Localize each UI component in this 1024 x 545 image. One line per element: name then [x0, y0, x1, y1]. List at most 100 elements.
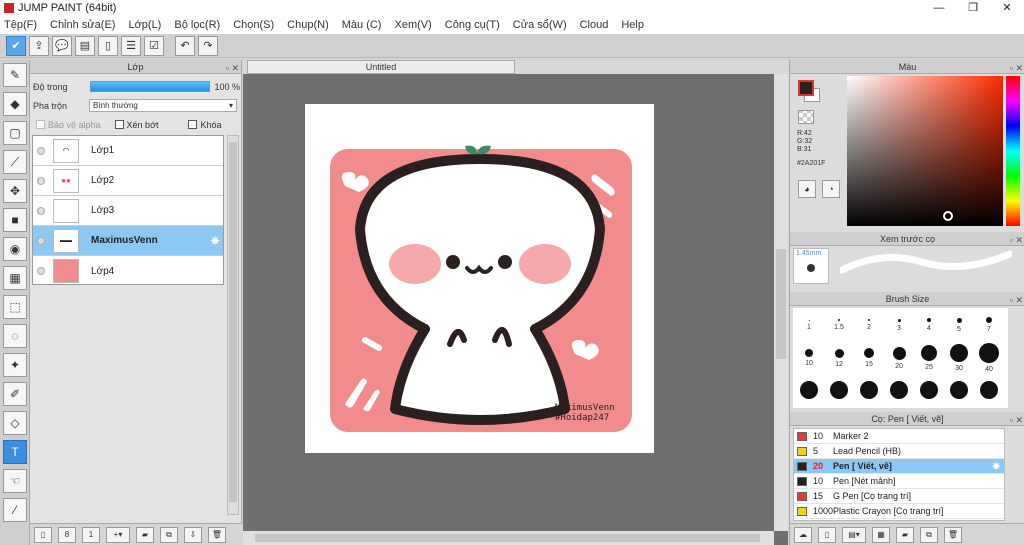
shape-tool-icon[interactable]: ▢ [3, 121, 27, 145]
close-button[interactable]: ✕ [990, 0, 1024, 16]
delete-brush-icon[interactable]: 🗑 [944, 526, 962, 543]
new-layer-icon[interactable]: ▯ [34, 526, 52, 543]
layer-row[interactable]: ◠ Lớp1 [33, 136, 223, 166]
layer-row[interactable]: Lớp4 [33, 256, 223, 286]
visibility-icon[interactable] [37, 206, 45, 215]
panel-close-icon[interactable]: ▫ ✕ [1010, 61, 1023, 75]
brush-size-cell[interactable] [824, 376, 854, 406]
upload-icon[interactable]: ⇪ [29, 35, 49, 56]
brush-size-cell[interactable]: 12 [824, 343, 854, 373]
canvas-paper[interactable]: MaximusVenn #Hoidap247 [305, 104, 654, 453]
menu-cloud[interactable]: Cloud [580, 19, 609, 31]
brush-size-cell[interactable] [794, 376, 824, 406]
opacity-slider[interactable] [89, 81, 210, 92]
canvas-vertical-scrollbar[interactable] [774, 74, 788, 531]
menu-tools[interactable]: Công cụ(T) [445, 19, 500, 31]
page-icon[interactable]: ▯ [98, 35, 118, 56]
brush-size-cell[interactable]: 40 [974, 343, 1004, 373]
menu-filter[interactable]: Bộ lọc(R) [174, 19, 220, 31]
menu-capture[interactable]: Chụp(N) [287, 19, 329, 31]
text-tool-icon[interactable]: T [3, 440, 27, 464]
bucket-tool-icon[interactable]: ◉ [3, 237, 27, 261]
panel-close-icon[interactable]: ▫ ✕ [1010, 413, 1023, 427]
lock-checkbox[interactable] [188, 120, 198, 129]
brush-size-cell[interactable] [914, 376, 944, 406]
menu-window[interactable]: Cửa sổ(W) [513, 19, 567, 31]
brush-size-cell[interactable]: 1.5 [824, 310, 854, 340]
add-layer-menu-icon[interactable]: +▾ [106, 526, 130, 543]
tab-untitled[interactable]: Untitled [247, 60, 515, 74]
saturation-value-picker[interactable] [847, 76, 1003, 226]
brush-size-cell[interactable]: 1 [794, 310, 824, 340]
menu-file[interactable]: Tệp(F) [4, 19, 37, 31]
brush-size-cell[interactable]: 2 [854, 310, 884, 340]
restore-button[interactable]: ❐ [956, 0, 990, 16]
visibility-icon[interactable] [37, 267, 45, 275]
new-brush-icon[interactable]: ▯ [818, 526, 836, 543]
hue-slider[interactable] [1006, 76, 1020, 226]
brush-item[interactable]: 5 Lead Pencil (HB) [794, 444, 1004, 459]
speech-bubble-icon[interactable]: 💬 [52, 35, 72, 56]
foreground-color-swatch[interactable] [798, 80, 814, 96]
palette-icon[interactable]: ◕ [798, 180, 816, 198]
brush-size-cell[interactable] [854, 376, 884, 406]
hand-tool-icon[interactable]: ☜ [3, 469, 27, 493]
layer-row[interactable]: ●● Lớp2 [33, 166, 223, 196]
gradient-tool-icon[interactable]: ▦ [3, 266, 27, 290]
fill-rect-tool-icon[interactable]: ■ [3, 208, 27, 232]
brush-size-cell[interactable]: 5 [944, 310, 974, 340]
visibility-icon[interactable] [37, 236, 45, 245]
rect-select-tool-icon[interactable]: ⬚ [3, 295, 27, 319]
panel-close-icon[interactable]: ▫ ✕ [1010, 293, 1023, 307]
select-pen-tool-icon[interactable]: ✐ [3, 382, 27, 406]
panel-close-icon[interactable]: ▫ ✕ [1010, 233, 1023, 247]
brush-size-cell[interactable] [884, 376, 914, 406]
menu-color[interactable]: Màu (C) [342, 19, 382, 31]
menu-view[interactable]: Xem(V) [394, 19, 431, 31]
check-icon[interactable]: ✔ [6, 35, 26, 56]
brush-tool-icon[interactable]: ✎ [3, 63, 27, 87]
menu-edit[interactable]: Chỉnh sửa(E) [50, 19, 115, 31]
color-picker-knob[interactable] [943, 211, 953, 221]
delete-layer-icon[interactable]: 🗑 [208, 526, 226, 543]
minimize-button[interactable]: — [922, 0, 956, 16]
clip-checkbox[interactable] [114, 120, 124, 129]
eraser-tool-icon[interactable]: ◆ [3, 92, 27, 116]
new-layer-1bit-icon[interactable]: 1 [82, 526, 100, 543]
cloud-download-icon[interactable]: ☁ [794, 526, 812, 543]
brush-item-selected[interactable]: 20 Pen [ Viết, vẽ] ✷ [794, 459, 1004, 474]
list-icon[interactable]: ☰ [121, 35, 141, 56]
blend-mode-select[interactable]: Bình thường ▾ [89, 99, 238, 112]
magic-wand-tool-icon[interactable]: ✦ [3, 353, 27, 377]
duplicate-brush-icon[interactable]: ⧉ [920, 526, 938, 543]
menu-help[interactable]: Help [621, 19, 644, 31]
undo-icon[interactable]: ↶ [175, 35, 195, 56]
select-eraser-tool-icon[interactable]: ◇ [3, 411, 27, 435]
brush-item[interactable]: 1000 Plastic Crayon [Cọ trang trí] [794, 504, 1004, 519]
layer-scrollbar[interactable] [227, 135, 239, 515]
brush-size-cell[interactable]: 3 [884, 310, 914, 340]
brush-size-cell[interactable]: 15 [854, 343, 884, 373]
gear-icon[interactable]: ✷ [210, 234, 220, 248]
brush-folder-icon[interactable]: ▰ [896, 526, 914, 543]
menu-layer[interactable]: Lớp(L) [128, 19, 161, 31]
brush-item[interactable]: 15 G Pen [Cọ trang trí] [794, 489, 1004, 504]
folder-icon[interactable]: ▰ [136, 526, 154, 543]
brush-size-cell[interactable] [974, 376, 1004, 406]
brush-size-cell[interactable]: 4 [914, 310, 944, 340]
panel-close-icon[interactable]: ▫ ✕ [226, 61, 239, 75]
menu-select[interactable]: Chọn(S) [233, 19, 274, 31]
gear-icon[interactable]: ✷ [992, 460, 1001, 473]
brush-size-cell[interactable]: 20 [884, 343, 914, 373]
line-tool-icon[interactable]: ⟋ [3, 150, 27, 174]
layer-row[interactable]: Lớp3 [33, 196, 223, 226]
protect-alpha-checkbox[interactable] [36, 120, 45, 129]
transparent-swatch[interactable] [798, 110, 814, 124]
brush-size-cell[interactable] [944, 376, 974, 406]
visibility-icon[interactable] [37, 146, 45, 155]
new-layer-8bit-icon[interactable]: 8 [58, 526, 76, 543]
lasso-tool-icon[interactable]: ◌ [3, 324, 27, 348]
brush-settings-icon[interactable]: ▦ [872, 526, 890, 543]
move-tool-icon[interactable]: ✥ [3, 179, 27, 203]
checklist-icon[interactable]: ☑ [144, 35, 164, 56]
